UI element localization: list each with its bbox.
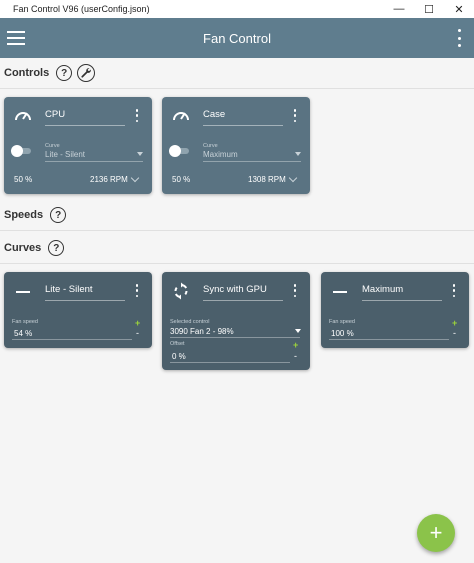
selected-control-underline: [170, 337, 300, 338]
curves-section-label: Curves: [4, 242, 42, 254]
window-title: Fan Control V96 (userConfig.json): [13, 4, 150, 14]
decrement-button[interactable]: -: [453, 329, 456, 338]
curve-dropdown-icon[interactable]: [137, 152, 143, 156]
window-titlebar: Fan Control V96 (userConfig.json) — ☐ ✕: [0, 0, 474, 18]
speeds-section-header: Speeds ?: [0, 200, 474, 230]
controls-section-label: Controls: [4, 67, 50, 79]
curve-name[interactable]: Maximum: [362, 284, 403, 295]
curve-field-label: Curve: [203, 143, 218, 149]
app-more-options-icon[interactable]: [456, 29, 462, 47]
curve-field-label: Curve: [45, 143, 60, 149]
offset-input[interactable]: 0 %: [172, 352, 186, 361]
control-card-case[interactable]: Case Curve Maximum 50 % 1308 RPM: [162, 97, 310, 194]
control-rpm: 2136 RPM: [90, 175, 128, 184]
curve-select-value[interactable]: Lite - Silent: [45, 150, 85, 159]
curve-card-sync-with-gpu[interactable]: Sync with GPU Selected control 3090 Fan …: [162, 272, 310, 370]
gauge-icon: [173, 112, 189, 121]
control-card-cpu[interactable]: CPU Curve Lite - Silent 50 % 2136 RPM: [4, 97, 152, 194]
control-percent: 50 %: [172, 175, 191, 184]
curve-name-underline: [362, 300, 442, 301]
control-more-icon[interactable]: [135, 109, 139, 122]
curve-more-icon[interactable]: [293, 284, 297, 297]
fan-speed-input[interactable]: 100 %: [331, 329, 354, 338]
increment-button[interactable]: +: [135, 319, 140, 328]
add-fab-button[interactable]: +: [417, 514, 455, 552]
app-bar: Fan Control: [0, 18, 474, 58]
curve-name[interactable]: Lite - Silent: [45, 284, 93, 295]
curve-name[interactable]: Sync with GPU: [203, 284, 267, 295]
control-name-underline: [45, 125, 125, 126]
curve-more-icon[interactable]: [452, 284, 456, 297]
control-name[interactable]: Case: [203, 109, 225, 120]
minimize-button[interactable]: —: [384, 0, 414, 18]
offset-underline: [170, 362, 290, 363]
curve-card-lite-silent[interactable]: Lite - Silent Fan speed 54 % + -: [4, 272, 152, 348]
dash-icon: [16, 291, 30, 293]
fan-speed-underline: [329, 339, 449, 340]
fan-speed-label: Fan speed: [12, 319, 38, 325]
curve-field-underline: [45, 161, 143, 162]
speeds-divider: [0, 230, 474, 231]
close-button[interactable]: ✕: [444, 0, 474, 18]
speeds-help-icon[interactable]: ?: [50, 207, 67, 223]
curve-select-value[interactable]: Maximum: [203, 150, 238, 159]
selected-control-dropdown-icon[interactable]: [295, 329, 301, 333]
fan-speed-label: Fan speed: [329, 319, 355, 325]
fan-speed-input[interactable]: 54 %: [14, 329, 32, 338]
expand-chevron-icon[interactable]: [130, 173, 140, 183]
decrement-button[interactable]: -: [136, 329, 139, 338]
controls-help-icon[interactable]: ?: [56, 65, 73, 81]
gauge-icon: [15, 112, 31, 121]
selected-control-label: Selected control: [170, 319, 210, 325]
increment-button[interactable]: +: [452, 319, 457, 328]
control-percent: 50 %: [14, 175, 33, 184]
curves-section-header: Curves ?: [0, 233, 474, 263]
increment-button[interactable]: +: [293, 341, 298, 350]
curve-name-underline: [45, 300, 125, 301]
curve-dropdown-icon[interactable]: [295, 152, 301, 156]
hamburger-menu-icon[interactable]: [7, 31, 25, 45]
control-toggle[interactable]: [11, 145, 33, 157]
fan-speed-underline: [12, 339, 132, 340]
offset-label: Offset: [170, 341, 185, 347]
speeds-section-label: Speeds: [4, 209, 44, 221]
curve-card-maximum[interactable]: Maximum Fan speed 100 % + -: [321, 272, 469, 348]
wrench-icon[interactable]: [77, 64, 96, 82]
controls-section-header: Controls ?: [0, 58, 474, 88]
control-toggle[interactable]: [169, 145, 191, 157]
selected-control-select[interactable]: 3090 Fan 2 - 98%: [170, 327, 234, 336]
curve-name-underline: [203, 300, 283, 301]
decrement-button[interactable]: -: [294, 352, 297, 361]
curves-divider: [0, 263, 474, 264]
dash-icon: [333, 291, 347, 293]
curve-more-icon[interactable]: [135, 284, 139, 297]
control-more-icon[interactable]: [293, 109, 297, 122]
controls-divider: [0, 88, 474, 89]
page-title: Fan Control: [203, 30, 271, 46]
curve-field-underline: [203, 161, 301, 162]
control-name[interactable]: CPU: [45, 109, 65, 120]
maximize-button[interactable]: ☐: [414, 0, 444, 18]
expand-chevron-icon[interactable]: [288, 173, 298, 183]
sync-icon: [174, 282, 188, 300]
control-name-underline: [203, 125, 283, 126]
control-rpm: 1308 RPM: [248, 175, 286, 184]
curves-help-icon[interactable]: ?: [48, 240, 65, 256]
